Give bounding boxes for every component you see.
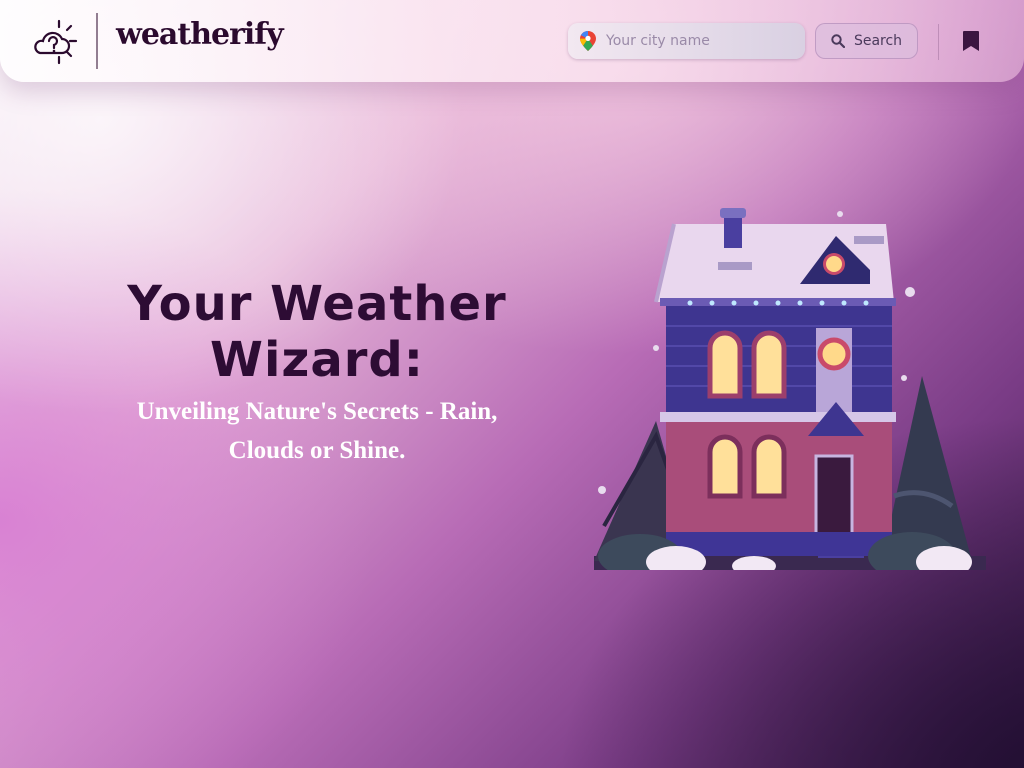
bookmark-icon[interactable] [962,30,980,52]
city-search-input[interactable] [606,33,786,49]
search-button[interactable]: Search [815,23,918,59]
logo-divider [96,13,98,69]
city-search-field[interactable] [568,23,805,59]
brand-name[interactable]: weatherify [116,17,284,52]
cloud-sun-question-icon[interactable] [32,19,82,67]
hero-title: Your Weather Wizard: [127,276,507,388]
magnifier-icon [831,34,845,48]
house-illustration [594,208,986,570]
search-button-label: Search [853,33,903,49]
header-separator [938,24,939,60]
top-navbar: weatherify Search [0,0,1024,82]
hero-subtitle: Unveiling Nature's Secrets - Rain, Cloud… [136,398,498,464]
map-pin-icon [580,31,596,51]
